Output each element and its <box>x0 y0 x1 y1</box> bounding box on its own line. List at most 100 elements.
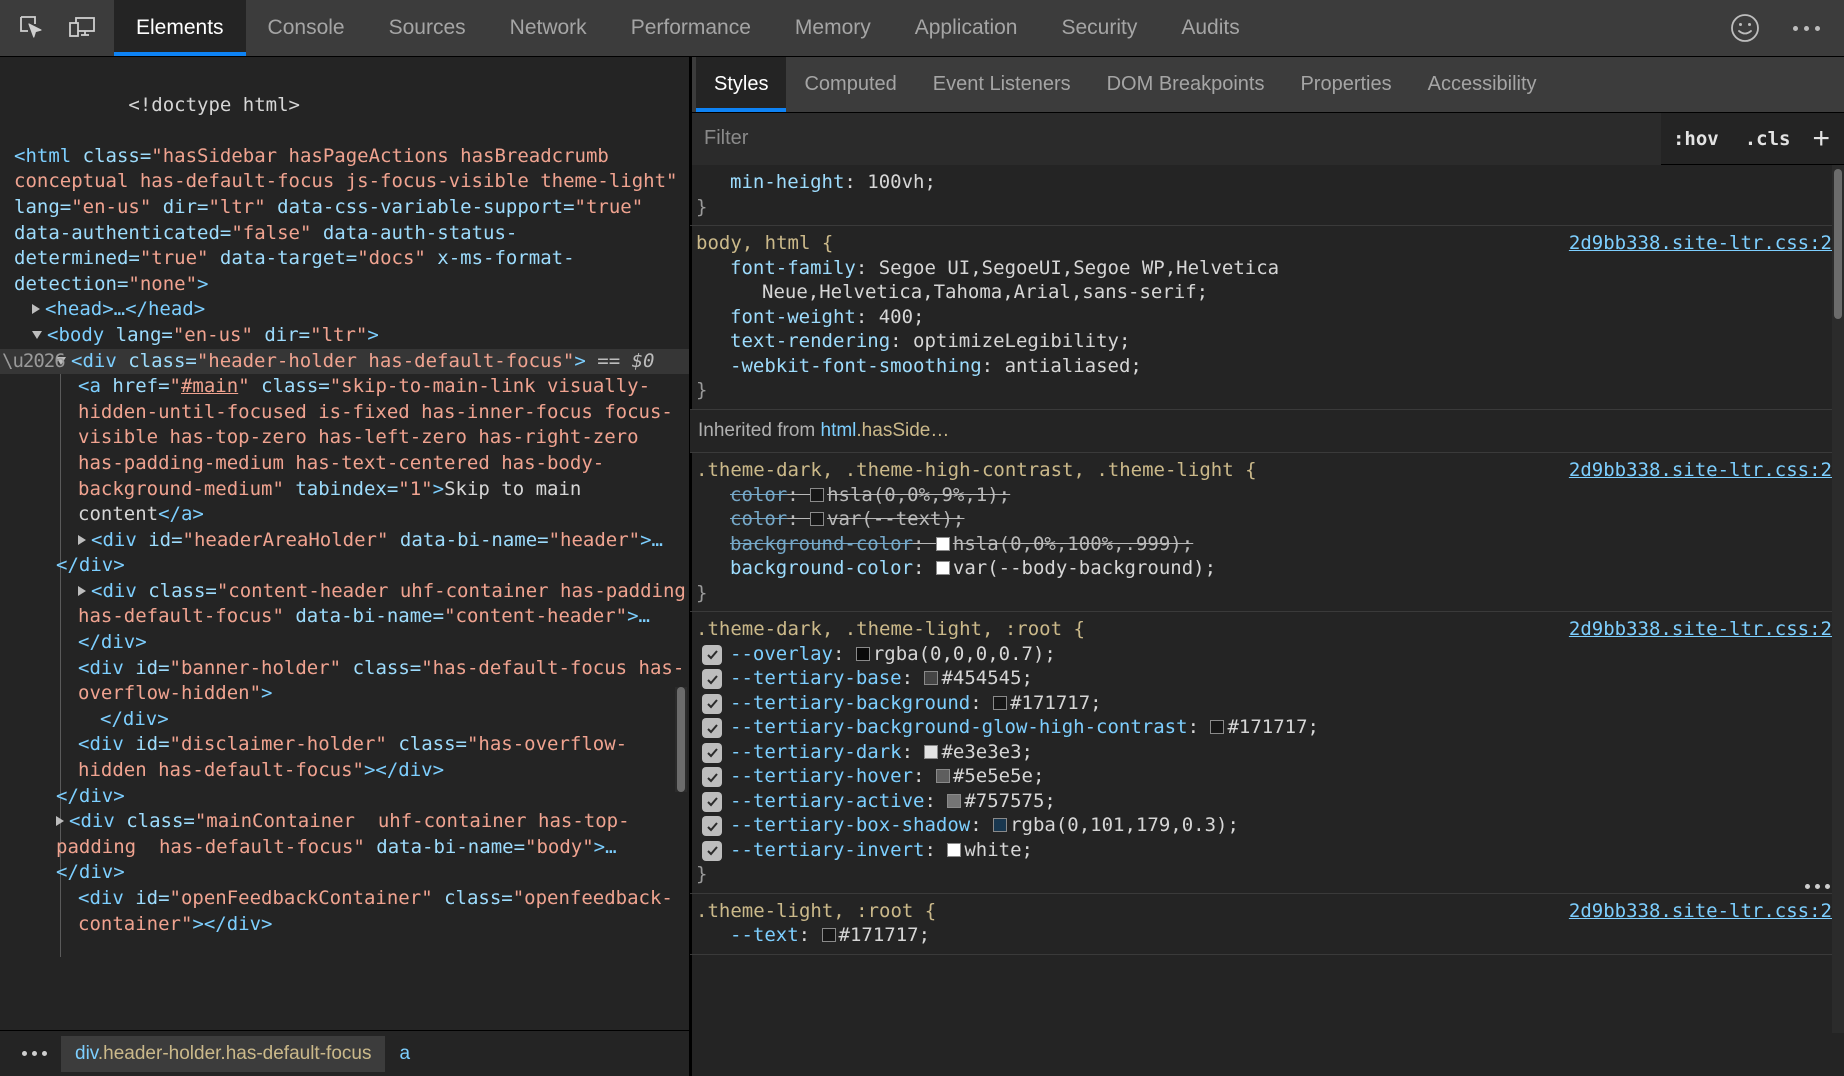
tab-security[interactable]: Security <box>1039 0 1159 56</box>
declaration-checkbox[interactable] <box>702 792 722 812</box>
color-swatch[interactable] <box>822 928 836 942</box>
css-variable-row[interactable]: --tertiary-base: #454545; <box>696 666 1834 691</box>
css-value[interactable]: rgba(0,0,0,0.7); <box>873 643 1056 665</box>
breadcrumb-overflow-icon[interactable] <box>8 1051 61 1056</box>
filter-input-wrapper[interactable] <box>690 113 1661 165</box>
css-rule-theme-variants[interactable]: 2d9bb338.site-ltr.css:2 .theme-dark, .th… <box>690 453 1844 612</box>
color-swatch[interactable] <box>947 794 961 808</box>
css-property[interactable]: color <box>730 508 787 530</box>
expand-triangle-icon[interactable] <box>56 816 64 826</box>
toggle-element-state-button[interactable]: :hov <box>1669 124 1723 154</box>
css-variable-name[interactable]: --tertiary-base <box>730 667 902 689</box>
dom-line-html[interactable]: <html class="hasSidebar hasPageActions h… <box>0 144 689 298</box>
css-rule-root-variables[interactable]: 2d9bb338.site-ltr.css:2 .theme-dark, .th… <box>690 612 1844 894</box>
css-declaration[interactable]: background-color: var(--body-background)… <box>696 556 1834 581</box>
dom-line-skip-link[interactable]: <a href="#main" class="skip-to-main-link… <box>0 374 689 528</box>
inspect-element-icon[interactable] <box>10 6 54 50</box>
css-variable-row[interactable]: --tertiary-box-shadow: rgba(0,101,179,0.… <box>696 813 1834 838</box>
dom-line-close-header-holder[interactable]: </div> <box>0 553 689 579</box>
color-swatch[interactable] <box>993 696 1007 710</box>
tab-performance[interactable]: Performance <box>609 0 773 56</box>
feedback-smiley-icon[interactable] <box>1725 8 1765 48</box>
css-variable-row[interactable]: --tertiary-background-glow-high-contrast… <box>696 715 1834 740</box>
dom-line-header-holder-selected[interactable]: \u2026<div class="header-holder has-defa… <box>0 349 689 375</box>
declaration-checkbox[interactable] <box>702 841 722 861</box>
css-variable-name[interactable]: --tertiary-background <box>730 692 970 714</box>
css-value[interactable]: #5e5e5e; <box>953 765 1045 787</box>
stylesheet-source-link[interactable]: 2d9bb338.site-ltr.css:2 <box>1569 458 1832 483</box>
css-value[interactable]: var(--body-background); <box>953 557 1216 579</box>
css-rule-body-html[interactable]: 2d9bb338.site-ltr.css:2 body, html { fon… <box>690 226 1844 410</box>
tab-sources[interactable]: Sources <box>367 0 488 56</box>
css-property[interactable]: -webkit-font-smoothing <box>730 355 982 377</box>
expand-triangle-icon[interactable] <box>78 586 86 596</box>
css-value[interactable]: var(--text); <box>827 508 964 530</box>
tab-audits[interactable]: Audits <box>1159 0 1261 56</box>
css-value[interactable]: #454545; <box>941 667 1033 689</box>
css-property[interactable]: font-family <box>730 257 856 279</box>
declaration-checkbox[interactable] <box>702 767 722 787</box>
css-rules-list[interactable]: min-height: 100vh; } 2d9bb338.site-ltr.c… <box>690 165 1844 1076</box>
styles-scrollbar[interactable] <box>1832 165 1844 1033</box>
new-style-rule-button[interactable]: + <box>1812 129 1830 149</box>
css-variable-row[interactable]: --tertiary-hover: #5e5e5e; <box>696 764 1834 789</box>
collapse-triangle-icon[interactable] <box>32 331 42 339</box>
color-swatch[interactable] <box>924 671 938 685</box>
css-variable-row[interactable]: --tertiary-dark: #e3e3e3; <box>696 740 1834 765</box>
dom-line-head[interactable]: <head>…</head> <box>0 297 689 323</box>
inherited-tag[interactable]: html <box>821 420 857 441</box>
css-property[interactable]: background-color <box>730 557 913 579</box>
dom-line-body[interactable]: <body lang="en-us" dir="ltr"> <box>0 323 689 349</box>
dom-line-close-content-header[interactable]: </div> <box>0 784 689 810</box>
tab-accessibility[interactable]: Accessibility <box>1410 57 1555 112</box>
css-value[interactable]: #171717; <box>1010 692 1102 714</box>
css-value[interactable]: white; <box>964 839 1033 861</box>
filter-input[interactable] <box>704 127 1647 150</box>
declaration-checkbox[interactable] <box>702 718 722 738</box>
tab-event-listeners[interactable]: Event Listeners <box>915 57 1089 112</box>
css-value[interactable]: hsla(0,0%,9%,1); <box>827 484 1010 506</box>
rule-more-options-icon[interactable] <box>1805 884 1830 889</box>
css-value[interactable]: 100vh <box>867 171 924 193</box>
tab-console[interactable]: Console <box>246 0 367 56</box>
tab-properties[interactable]: Properties <box>1282 57 1409 112</box>
color-swatch[interactable] <box>936 537 950 551</box>
css-value[interactable]: #171717; <box>839 924 931 946</box>
tab-elements[interactable]: Elements <box>114 0 246 56</box>
dom-tree-scrollbar[interactable] <box>675 687 687 792</box>
dom-line-banner-close[interactable]: </div> <box>0 707 689 733</box>
css-value[interactable]: #e3e3e3; <box>941 741 1033 763</box>
attr-href-value[interactable]: #main <box>181 375 238 397</box>
stylesheet-source-link[interactable]: 2d9bb338.site-ltr.css:2 <box>1569 231 1832 256</box>
declaration-checkbox[interactable] <box>702 743 722 763</box>
expand-triangle-icon[interactable] <box>32 304 40 314</box>
dom-line-header-area-holder[interactable]: <div id="headerAreaHolder" data-bi-name=… <box>0 528 689 554</box>
css-value[interactable]: #757575; <box>964 790 1056 812</box>
css-declaration-overridden[interactable]: color: var(--text); <box>696 507 1834 532</box>
css-declaration[interactable]: font-family: Segoe UI,SegoeUI,Segoe WP,H… <box>696 256 1834 281</box>
css-value[interactable]: optimizeLegibility; <box>913 330 1130 352</box>
dom-tree[interactable]: <!doctype html> <html class="hasSidebar … <box>0 57 689 1030</box>
css-variable-name[interactable]: --tertiary-invert <box>730 839 924 861</box>
css-variable-name[interactable]: --tertiary-box-shadow <box>730 814 970 836</box>
css-declaration-overridden[interactable]: background-color: hsla(0,0%,100%,.999); <box>696 532 1834 557</box>
css-variable-name[interactable]: --overlay <box>730 643 833 665</box>
css-declaration[interactable]: font-weight: 400; <box>696 305 1834 330</box>
scrollbar-thumb[interactable] <box>677 687 685 792</box>
declaration-checkbox[interactable] <box>702 669 722 689</box>
expand-triangle-icon[interactable] <box>78 535 86 545</box>
more-options-icon[interactable] <box>1787 16 1826 41</box>
inherited-class[interactable]: .hasSide… <box>856 420 949 441</box>
css-variable-name[interactable]: --tertiary-active <box>730 790 924 812</box>
css-variable-name[interactable]: --tertiary-background-glow-high-contrast <box>730 716 1188 738</box>
element-classes-button[interactable]: .cls <box>1741 124 1795 154</box>
tab-memory[interactable]: Memory <box>773 0 893 56</box>
color-swatch[interactable] <box>924 745 938 759</box>
css-property[interactable]: background-color <box>730 533 913 555</box>
css-value[interactable]: Segoe UI,SegoeUI,Segoe WP,Helvetica <box>879 257 1279 279</box>
css-declaration[interactable]: text-rendering: optimizeLegibility; <box>696 329 1834 354</box>
css-variable-row[interactable]: --overlay: rgba(0,0,0,0.7); <box>696 642 1834 667</box>
css-declaration[interactable]: -webkit-font-smoothing: antialiased; <box>696 354 1834 379</box>
css-declaration[interactable]: min-height: 100vh; <box>696 170 1834 195</box>
css-declaration-overridden[interactable]: color: hsla(0,0%,9%,1); <box>696 483 1834 508</box>
